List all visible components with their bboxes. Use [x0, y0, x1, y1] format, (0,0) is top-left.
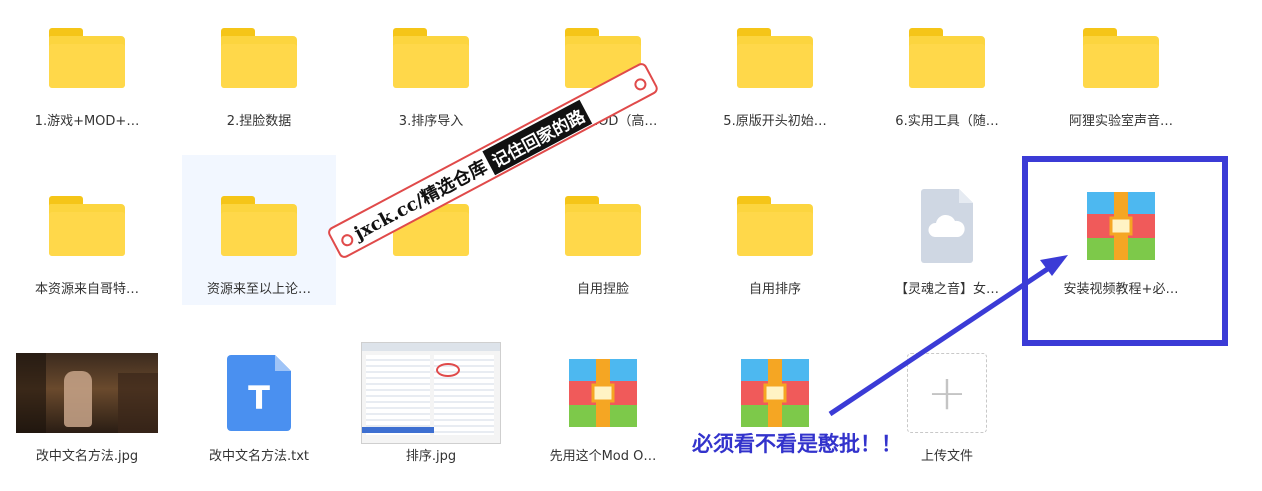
annotation-text: 必须看不看是憨批！！ [692, 432, 902, 456]
